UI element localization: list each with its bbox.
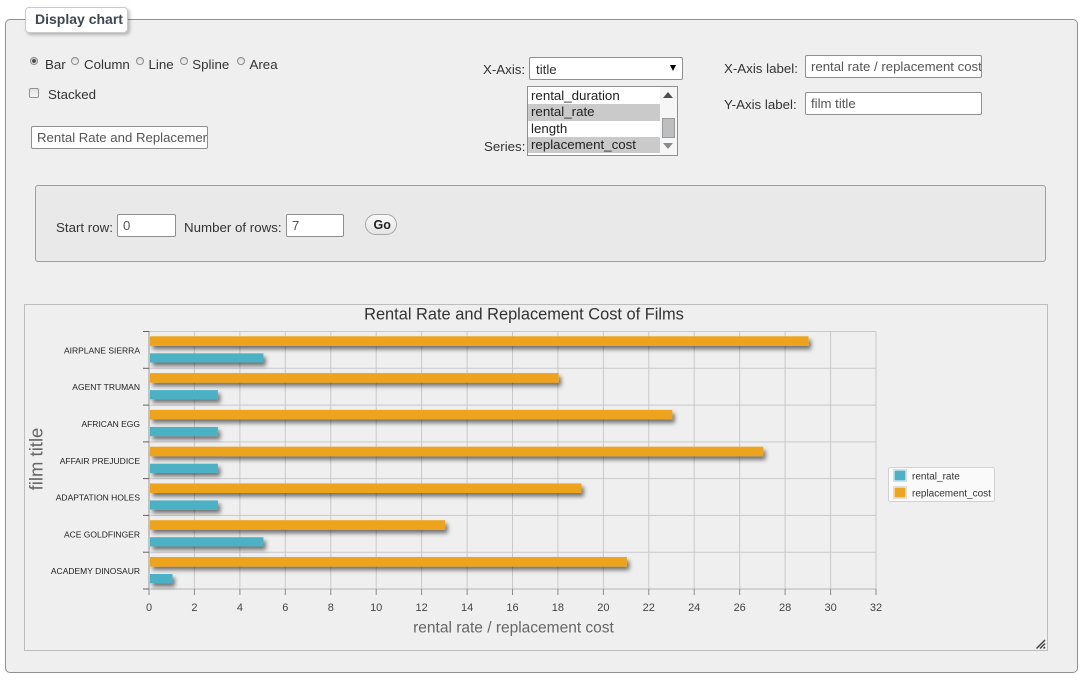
svg-text:32: 32: [870, 602, 882, 614]
svg-text:14: 14: [461, 602, 473, 614]
svg-text:0: 0: [146, 602, 152, 614]
svg-text:8: 8: [328, 602, 334, 614]
svg-text:Rental Rate and Replacement Co: Rental Rate and Replacement Cost of Film…: [364, 306, 684, 324]
svg-text:18: 18: [552, 602, 564, 614]
svg-text:24: 24: [688, 602, 700, 614]
svg-text:10: 10: [370, 602, 382, 614]
svg-text:AGENT TRUMAN: AGENT TRUMAN: [72, 382, 140, 392]
svg-text:ACE GOLDFINGER: ACE GOLDFINGER: [64, 529, 140, 539]
svg-text:30: 30: [824, 602, 836, 614]
svg-text:16: 16: [506, 602, 518, 614]
svg-text:12: 12: [415, 602, 427, 614]
svg-text:replacement_cost: replacement_cost: [912, 489, 991, 500]
svg-text:6: 6: [282, 602, 288, 614]
svg-text:ACADEMY DINOSAUR: ACADEMY DINOSAUR: [51, 566, 140, 576]
svg-text:26: 26: [734, 602, 746, 614]
svg-text:2: 2: [191, 602, 197, 614]
svg-text:AIRPLANE SIERRA: AIRPLANE SIERRA: [64, 345, 140, 355]
svg-text:rental_rate: rental_rate: [912, 472, 960, 483]
svg-text:rental rate / replacement cost: rental rate / replacement cost: [413, 620, 614, 637]
svg-text:4: 4: [237, 602, 243, 614]
svg-text:22: 22: [643, 602, 655, 614]
svg-text:20: 20: [597, 602, 609, 614]
svg-text:ADAPTATION HOLES: ADAPTATION HOLES: [56, 493, 141, 503]
svg-text:28: 28: [779, 602, 791, 614]
svg-text:film title: film title: [26, 428, 47, 491]
svg-text:AFFAIR PREJUDICE: AFFAIR PREJUDICE: [60, 456, 141, 466]
svg-text:AFRICAN EGG: AFRICAN EGG: [81, 419, 140, 429]
